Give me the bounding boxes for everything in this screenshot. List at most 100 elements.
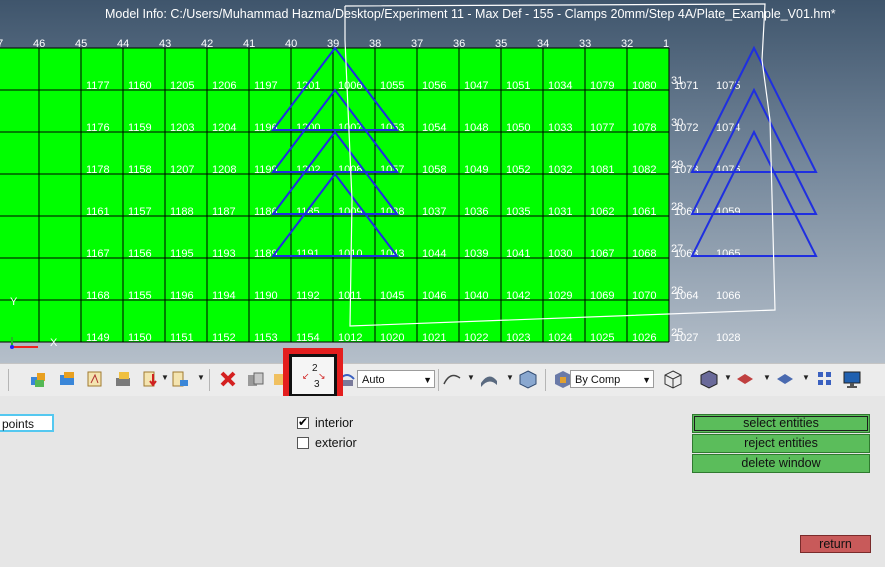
shell-dropdown-icon[interactable]: ▼ [802, 373, 810, 382]
element-label: 1176 [86, 122, 110, 134]
element-label: 1065 [716, 248, 740, 260]
component-color-icon[interactable] [58, 369, 78, 389]
command-panel: points ✔ interior exterior select entitie… [0, 396, 885, 567]
delete-window-button[interactable]: delete window [692, 454, 870, 473]
element-label: 1158 [128, 164, 152, 176]
node-label-top: 40 [285, 38, 297, 50]
node-label-top: 43 [159, 38, 171, 50]
bycomp-select[interactable]: By Comp ▼ [570, 370, 654, 388]
surface-icon[interactable] [479, 369, 499, 389]
auto-select-value: Auto [362, 374, 385, 386]
node-label-top: 36 [453, 38, 465, 50]
element-label: 1030 [548, 248, 572, 260]
loadcol-dropdown-icon[interactable]: ▼ [197, 373, 205, 382]
shaded-dropdown-icon[interactable]: ▼ [724, 373, 732, 382]
element-label: 1190 [254, 290, 278, 302]
element-dropdown-icon[interactable]: ▼ [763, 373, 771, 382]
toolbar-separator [438, 369, 439, 391]
element-label: 1031 [548, 206, 572, 218]
element-label: 1206 [212, 80, 236, 92]
points-entity-selector[interactable]: points [0, 414, 54, 432]
element-label: 1080 [632, 80, 656, 92]
element-label: 1035 [506, 206, 530, 218]
collector-icon[interactable] [85, 369, 105, 389]
wireframe-icon[interactable] [663, 369, 683, 389]
element-label: 1056 [422, 80, 446, 92]
load-arrow [690, 45, 818, 173]
axis-triad-icon [10, 337, 38, 349]
element-label: 1159 [128, 122, 152, 134]
element-label: 1155 [128, 290, 152, 302]
load-arrow [690, 129, 818, 257]
geometry-icon[interactable] [442, 369, 462, 389]
element-label: 1079 [590, 80, 614, 92]
element-label: 1025 [590, 332, 614, 344]
exterior-label: exterior [315, 436, 357, 450]
component-icon[interactable] [29, 369, 49, 389]
element-label: 1153 [254, 332, 278, 344]
element-label: 1160 [128, 80, 152, 92]
node-label-top: 35 [495, 38, 507, 50]
element-label: 1028 [716, 332, 740, 344]
node-label-top: 41 [243, 38, 255, 50]
node-label-top: 39 [327, 38, 339, 50]
renumber-button[interactable]: 2 3 ↙ ↘ [289, 354, 337, 397]
element-label: 1032 [548, 164, 572, 176]
element-label: 1193 [212, 248, 236, 260]
node-label-top: 38 [369, 38, 381, 50]
element-label: 1203 [170, 122, 194, 134]
node-label-top: 45 [75, 38, 87, 50]
shaded-icon[interactable] [699, 369, 719, 389]
element-label: 1072 [674, 122, 698, 134]
element-label: 1055 [380, 80, 404, 92]
element-label: 1050 [506, 122, 530, 134]
element-label: 1023 [506, 332, 530, 344]
exterior-checkbox[interactable] [297, 437, 309, 449]
element-label: 1187 [212, 206, 236, 218]
load-dropdown-icon[interactable]: ▼ [161, 373, 169, 382]
hide-icon[interactable] [114, 369, 134, 389]
element-label: 1068 [632, 248, 656, 260]
mask-icon[interactable] [246, 369, 266, 389]
reject-entities-button[interactable]: reject entities [692, 434, 870, 453]
shell-icon[interactable] [775, 369, 795, 389]
node-label-top: 1 [663, 38, 669, 50]
element-label: 1167 [86, 248, 110, 260]
element-label: 1188 [170, 206, 194, 218]
geometry-dropdown-icon[interactable]: ▼ [467, 373, 475, 382]
loadcol-icon[interactable] [170, 369, 190, 389]
element-label: 1009 [338, 206, 362, 218]
load-arrow [690, 87, 818, 215]
interior-checkbox-row[interactable]: ✔ interior [297, 415, 353, 430]
toolbar-separator [209, 369, 210, 391]
view-icon[interactable] [842, 369, 862, 389]
element-label: 1048 [464, 122, 488, 134]
node-label-top: 33 [579, 38, 591, 50]
element-label: 1081 [590, 164, 614, 176]
element-label: 1191 [296, 248, 320, 260]
graphics-viewport[interactable]: 4746454443424140393837363534333213130292… [0, 0, 885, 363]
exterior-checkbox-row[interactable]: exterior [297, 436, 357, 450]
element-label: 1033 [548, 122, 572, 134]
nodes-icon[interactable] [815, 369, 835, 389]
element-label: 1196 [170, 290, 194, 302]
element-label: 1067 [590, 248, 614, 260]
element-label: 1022 [464, 332, 488, 344]
node-label-top: 42 [201, 38, 213, 50]
delete-icon[interactable] [218, 369, 238, 389]
auto-select[interactable]: Auto ▼ [357, 370, 435, 388]
element-label: 1082 [632, 164, 656, 176]
load-icon[interactable] [141, 369, 161, 389]
element-icon[interactable] [735, 369, 755, 389]
return-button[interactable]: return [800, 535, 871, 553]
interior-checkbox[interactable]: ✔ [297, 415, 309, 429]
element-label: 1049 [464, 164, 488, 176]
element-label: 1026 [632, 332, 656, 344]
surface-dropdown-icon[interactable]: ▼ [506, 373, 514, 382]
mesh-plot[interactable]: 4746454443424140393837363534333213130292… [0, 0, 885, 363]
element-label: 1041 [506, 248, 530, 260]
node-label-top: 46 [33, 38, 45, 50]
select-entities-button[interactable]: select entities [692, 414, 870, 433]
solid-icon[interactable] [518, 369, 538, 389]
element-label: 1185 [296, 206, 320, 218]
